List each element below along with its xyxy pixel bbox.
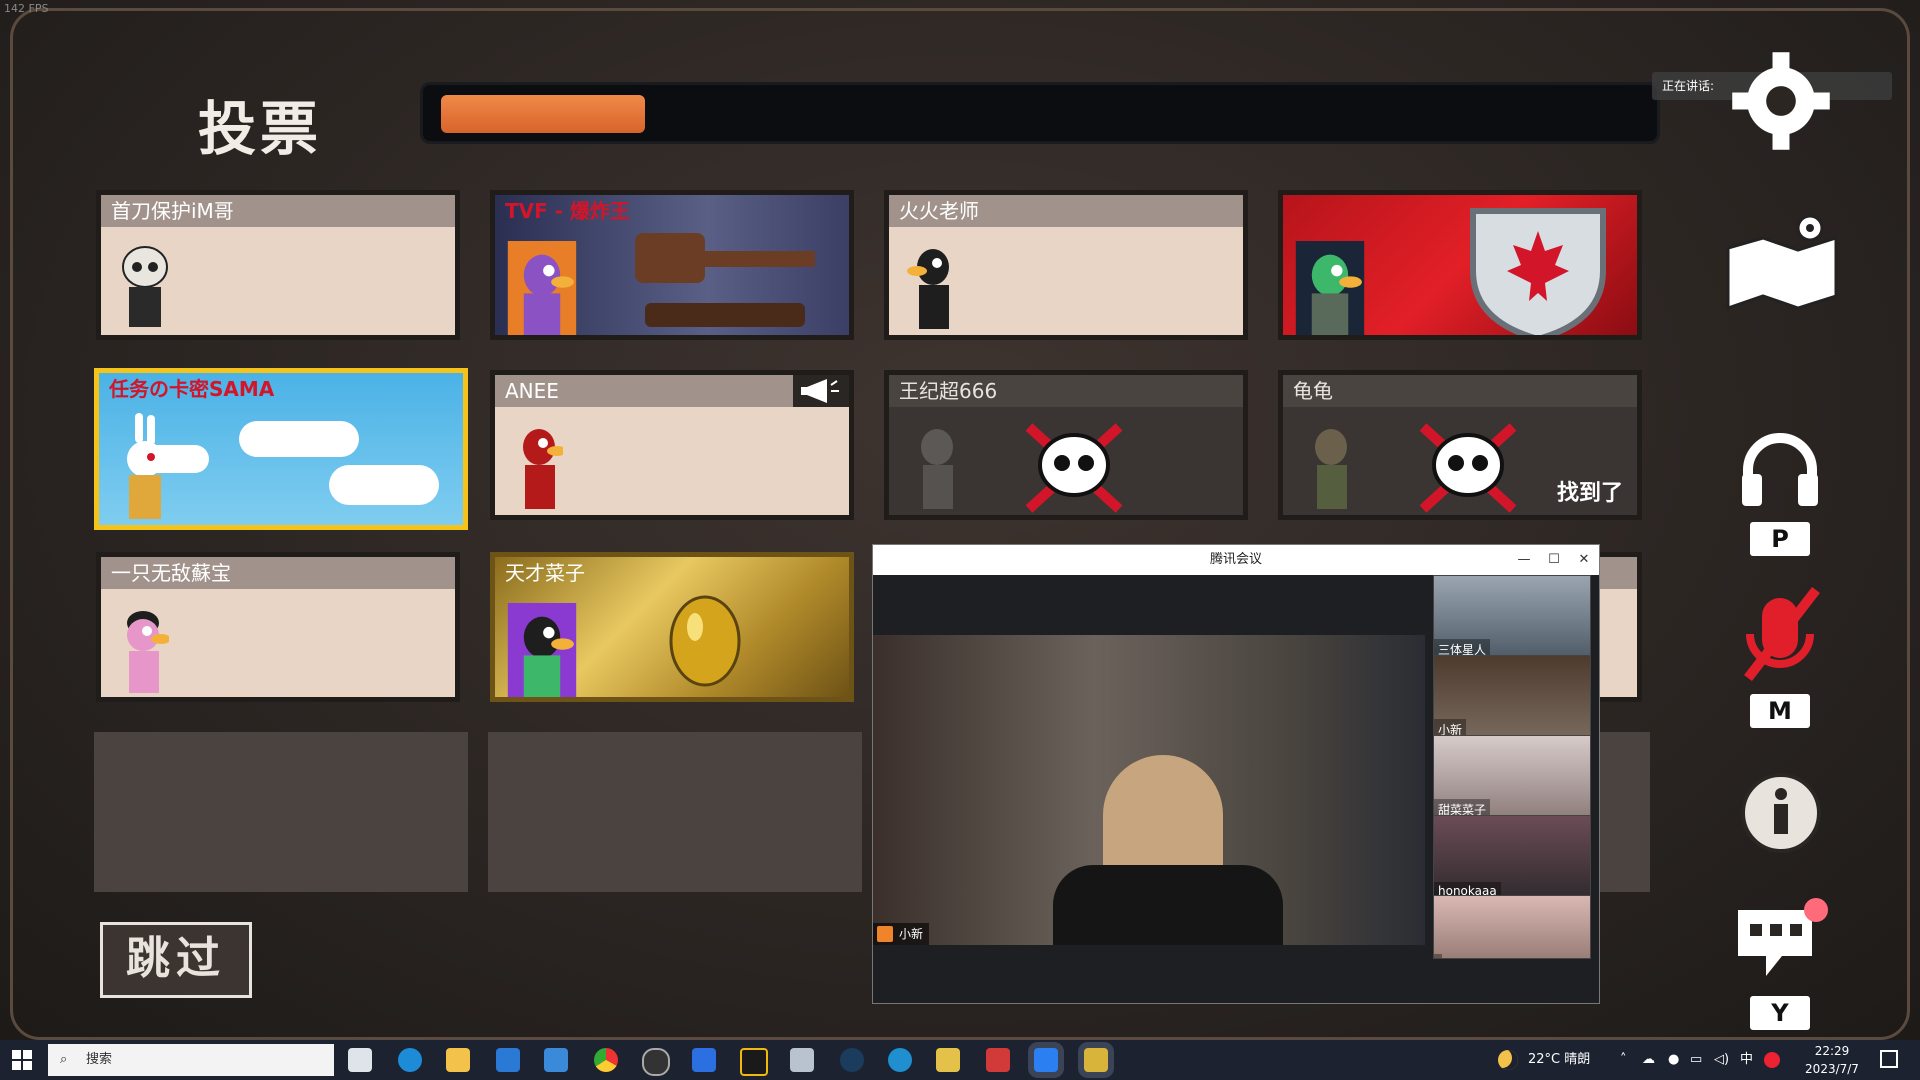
cloud-decoration (329, 465, 439, 505)
app-icon[interactable] (936, 1048, 960, 1072)
app-icon[interactable] (692, 1048, 716, 1072)
store-icon[interactable] (496, 1048, 520, 1072)
ghost-duck-avatar-icon (1315, 429, 1347, 509)
player-name: 火火老师 (889, 195, 1243, 227)
mic-tray-icon[interactable]: ● (1668, 1040, 1679, 1080)
mute-hotkey: M (1750, 694, 1810, 728)
red-duck-avatar-icon (523, 429, 563, 509)
notification-icon[interactable] (1880, 1050, 1898, 1068)
megaphone-icon (793, 375, 849, 407)
player-card[interactable]: 一只无敌蘇宝 (96, 552, 460, 702)
page-title: 投票 (198, 95, 323, 163)
player-card[interactable]: TVF - 爆炸王 (490, 190, 854, 340)
task-view-icon[interactable] (348, 1048, 372, 1072)
participant-thumbnail[interactable]: 甜菜菜子 (1433, 735, 1591, 821)
weather-moon-icon (1498, 1050, 1518, 1070)
participant-thumbnail[interactable]: honokaaa (1433, 815, 1591, 901)
player-name: 王纪超666 (889, 375, 1243, 407)
settings-gear-icon[interactable] (1728, 48, 1834, 154)
app-icon[interactable] (986, 1048, 1010, 1072)
vote-timer-bar (420, 82, 1660, 144)
taskbar-search-box[interactable]: ⌕ 搜索 (48, 1044, 334, 1076)
ghost-duck-avatar-icon (921, 429, 953, 509)
empty-slot (488, 732, 862, 892)
player-name: TVF - 爆炸王 (505, 199, 631, 223)
steam-icon[interactable] (840, 1048, 864, 1072)
player-name: 一只无敌蘇宝 (101, 557, 455, 589)
player-card[interactable]: 火火老师 (884, 190, 1248, 340)
player-name: 任务の卡密SAMA (109, 377, 275, 401)
tencent-meeting-icon[interactable] (1034, 1048, 1058, 1072)
cloud-decoration (239, 421, 359, 457)
main-video-feed: 小新 (873, 635, 1425, 945)
dead-skull-x-icon (1025, 423, 1123, 513)
player-name: 首刀保护iM哥 (101, 195, 455, 227)
purple-duck-avatar-icon (507, 241, 577, 335)
skull-avatar-icon (122, 246, 168, 327)
player-card[interactable]: ANEE (490, 370, 854, 520)
green-duck-avatar-icon (1295, 241, 1365, 335)
sogou-icon[interactable] (1764, 1052, 1780, 1068)
fps-counter: 142 FPS (4, 2, 49, 15)
goose-game-icon[interactable] (1084, 1048, 1108, 1072)
player-name (1283, 195, 1637, 227)
participant-thumbnail[interactable]: 三体星人 (1433, 575, 1591, 661)
vote-timer-fill (441, 95, 645, 133)
weather-text[interactable]: 22°C 晴朗 (1528, 1040, 1590, 1080)
binance-icon[interactable] (740, 1048, 768, 1076)
meeting-window[interactable]: 腾讯会议 — ☐ ✕ 小新 三体星人 小新 甜菜菜子 honokaaa (872, 544, 1600, 1004)
windows-start-icon[interactable] (12, 1050, 32, 1070)
map-icon[interactable] (1718, 208, 1848, 318)
tray-chevron-icon[interactable]: ˄ (1620, 1040, 1627, 1080)
chrome-icon[interactable] (594, 1048, 618, 1072)
player-card-dead[interactable]: 王纪超666 (884, 370, 1248, 520)
skip-vote-button[interactable]: 跳过 (100, 922, 252, 998)
info-icon[interactable] (1740, 772, 1822, 854)
app-icon[interactable] (888, 1048, 912, 1072)
gavel-icon (635, 233, 815, 327)
meeting-titlebar[interactable]: 腾讯会议 — ☐ ✕ (873, 545, 1599, 575)
app-icon[interactable] (642, 1048, 670, 1076)
dead-skull-x-icon (1419, 423, 1517, 513)
cloud-icon[interactable]: ☁ (1642, 1040, 1655, 1080)
mail-icon[interactable] (544, 1048, 568, 1072)
meeting-title: 腾讯会议 (1209, 552, 1262, 567)
edge-browser-icon[interactable] (398, 1048, 422, 1072)
network-icon[interactable]: ▭ (1690, 1040, 1702, 1080)
clock[interactable]: 22:29 2023/7/7 (1800, 1042, 1864, 1078)
pink-duck-avatar-icon (127, 611, 169, 693)
empty-slot (94, 732, 468, 892)
player-name: 天才菜子 (505, 561, 585, 585)
file-explorer-icon[interactable] (446, 1048, 470, 1072)
maximize-icon[interactable]: ☐ (1539, 545, 1569, 575)
black-duck-avatar-icon (907, 249, 949, 329)
search-icon: ⌕ (60, 1052, 68, 1067)
speaker-name-tag: 小新 (873, 923, 930, 945)
participant-thumbnail[interactable] (1433, 895, 1591, 959)
mic-muted-icon[interactable] (1736, 584, 1824, 688)
player-card[interactable]: 天才菜子 (490, 552, 854, 702)
participant-thumbnail[interactable]: 小新 (1433, 655, 1591, 741)
empty-slot (1600, 732, 1650, 892)
found-body-label: 找到了 (1556, 481, 1623, 506)
app-icon[interactable] (790, 1048, 814, 1072)
minimize-icon[interactable]: — (1509, 545, 1539, 575)
rainbow-duck-avatar-icon (507, 603, 577, 697)
golden-egg-icon (669, 595, 741, 687)
player-card[interactable]: 首刀保护iM哥 (96, 190, 460, 340)
player-card-dead[interactable]: 龟龟 找到了 (1278, 370, 1642, 520)
white-rabbit-avatar-icon (127, 413, 163, 519)
close-icon[interactable]: ✕ (1569, 545, 1599, 575)
ime-indicator[interactable]: 中 (1740, 1040, 1753, 1080)
taskbar: ⌕ 搜索 22°C 晴朗 ˄ ☁ ● ▭ ◁) 中 22:29 2023/7/7 (0, 1040, 1920, 1080)
user-icon (877, 926, 893, 942)
player-name: 龟龟 (1283, 375, 1637, 407)
chat-hotkey: Y (1750, 996, 1810, 1030)
volume-icon[interactable]: ◁) (1714, 1040, 1729, 1080)
player-card-selected[interactable]: 任务の卡密SAMA (94, 368, 468, 530)
player-card[interactable] (1278, 190, 1642, 340)
chat-icon[interactable] (1732, 896, 1828, 982)
headphones-icon[interactable] (1738, 430, 1822, 510)
voice-hotkey: P (1750, 522, 1810, 556)
